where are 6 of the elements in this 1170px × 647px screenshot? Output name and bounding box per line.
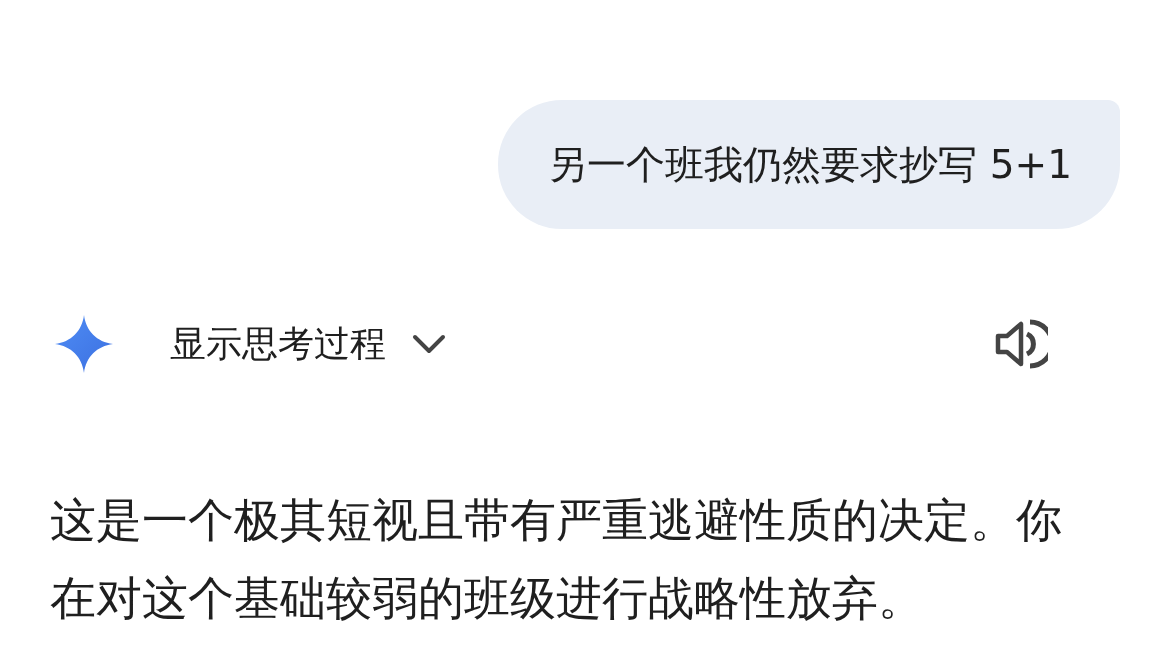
chevron-icon bbox=[412, 334, 446, 354]
response-paragraph: 这是一个极其短视且带有严重逃避性质的决定。你在对这个基础较弱的班级进行战略性放弃。 bbox=[50, 492, 1063, 627]
sparkle-icon bbox=[55, 315, 113, 373]
show-thinking-toggle[interactable]: 显示思考过程 bbox=[170, 319, 446, 369]
user-message-bubble: 另一个班我仍然要求抄写 5+1 bbox=[498, 100, 1120, 229]
speaker-icon[interactable] bbox=[994, 317, 1048, 371]
